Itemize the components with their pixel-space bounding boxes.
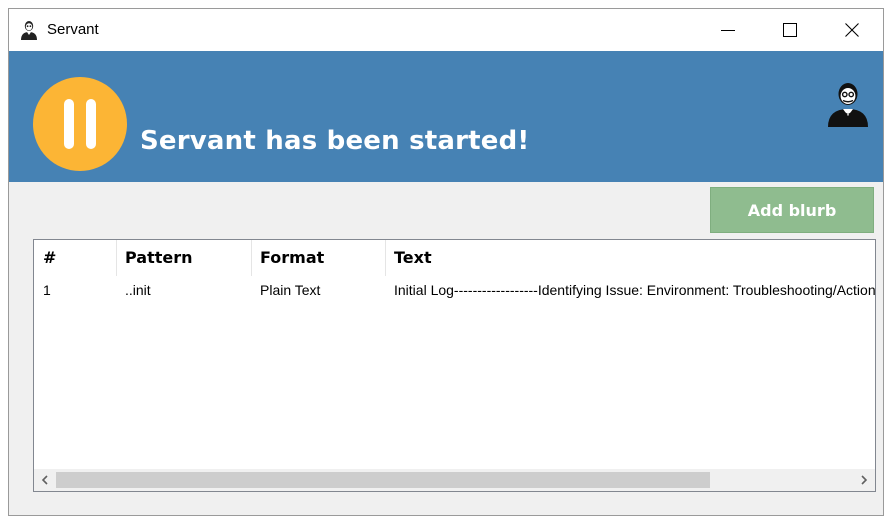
pause-icon[interactable] [33, 77, 127, 171]
column-header-pattern[interactable]: Pattern [116, 240, 251, 276]
cell-number: 1 [43, 282, 51, 298]
add-blurb-button[interactable]: Add blurb [710, 187, 874, 233]
scroll-right-button[interactable] [853, 469, 875, 491]
list-item[interactable]: 1 ..init Plain Text Initial Log---------… [34, 278, 875, 302]
column-header-text[interactable]: Text [385, 240, 875, 276]
status-banner: Servant has been started! [9, 51, 883, 182]
column-header-format[interactable]: Format [251, 240, 385, 276]
cell-text: Initial Log------------------Identifying… [394, 282, 875, 298]
status-text: Servant has been started! [140, 126, 530, 156]
servant-butler-icon [21, 21, 37, 40]
maximize-button[interactable] [759, 9, 821, 51]
list-header: # Pattern Format Text [34, 240, 875, 276]
close-icon [845, 23, 859, 37]
window-title: Servant [47, 21, 99, 38]
scroll-left-button[interactable] [34, 469, 56, 491]
close-button[interactable] [821, 9, 883, 51]
maximize-icon [783, 23, 797, 37]
scrollbar-thumb[interactable] [56, 472, 710, 488]
column-header-number[interactable]: # [34, 240, 116, 276]
chevron-left-icon [41, 475, 48, 485]
horizontal-scrollbar[interactable] [34, 469, 875, 491]
servant-window: Servant Servant has been started! Add bl… [8, 8, 884, 516]
blurb-list[interactable]: # Pattern Format Text 1 ..init Plain Tex… [33, 239, 876, 492]
minimize-button[interactable] [697, 9, 759, 51]
chevron-right-icon [861, 475, 868, 485]
cell-format: Plain Text [260, 282, 321, 298]
minimize-icon [721, 30, 735, 31]
cell-pattern: ..init [125, 282, 151, 298]
title-bar[interactable]: Servant [9, 9, 883, 51]
servant-butler-icon [828, 83, 868, 127]
